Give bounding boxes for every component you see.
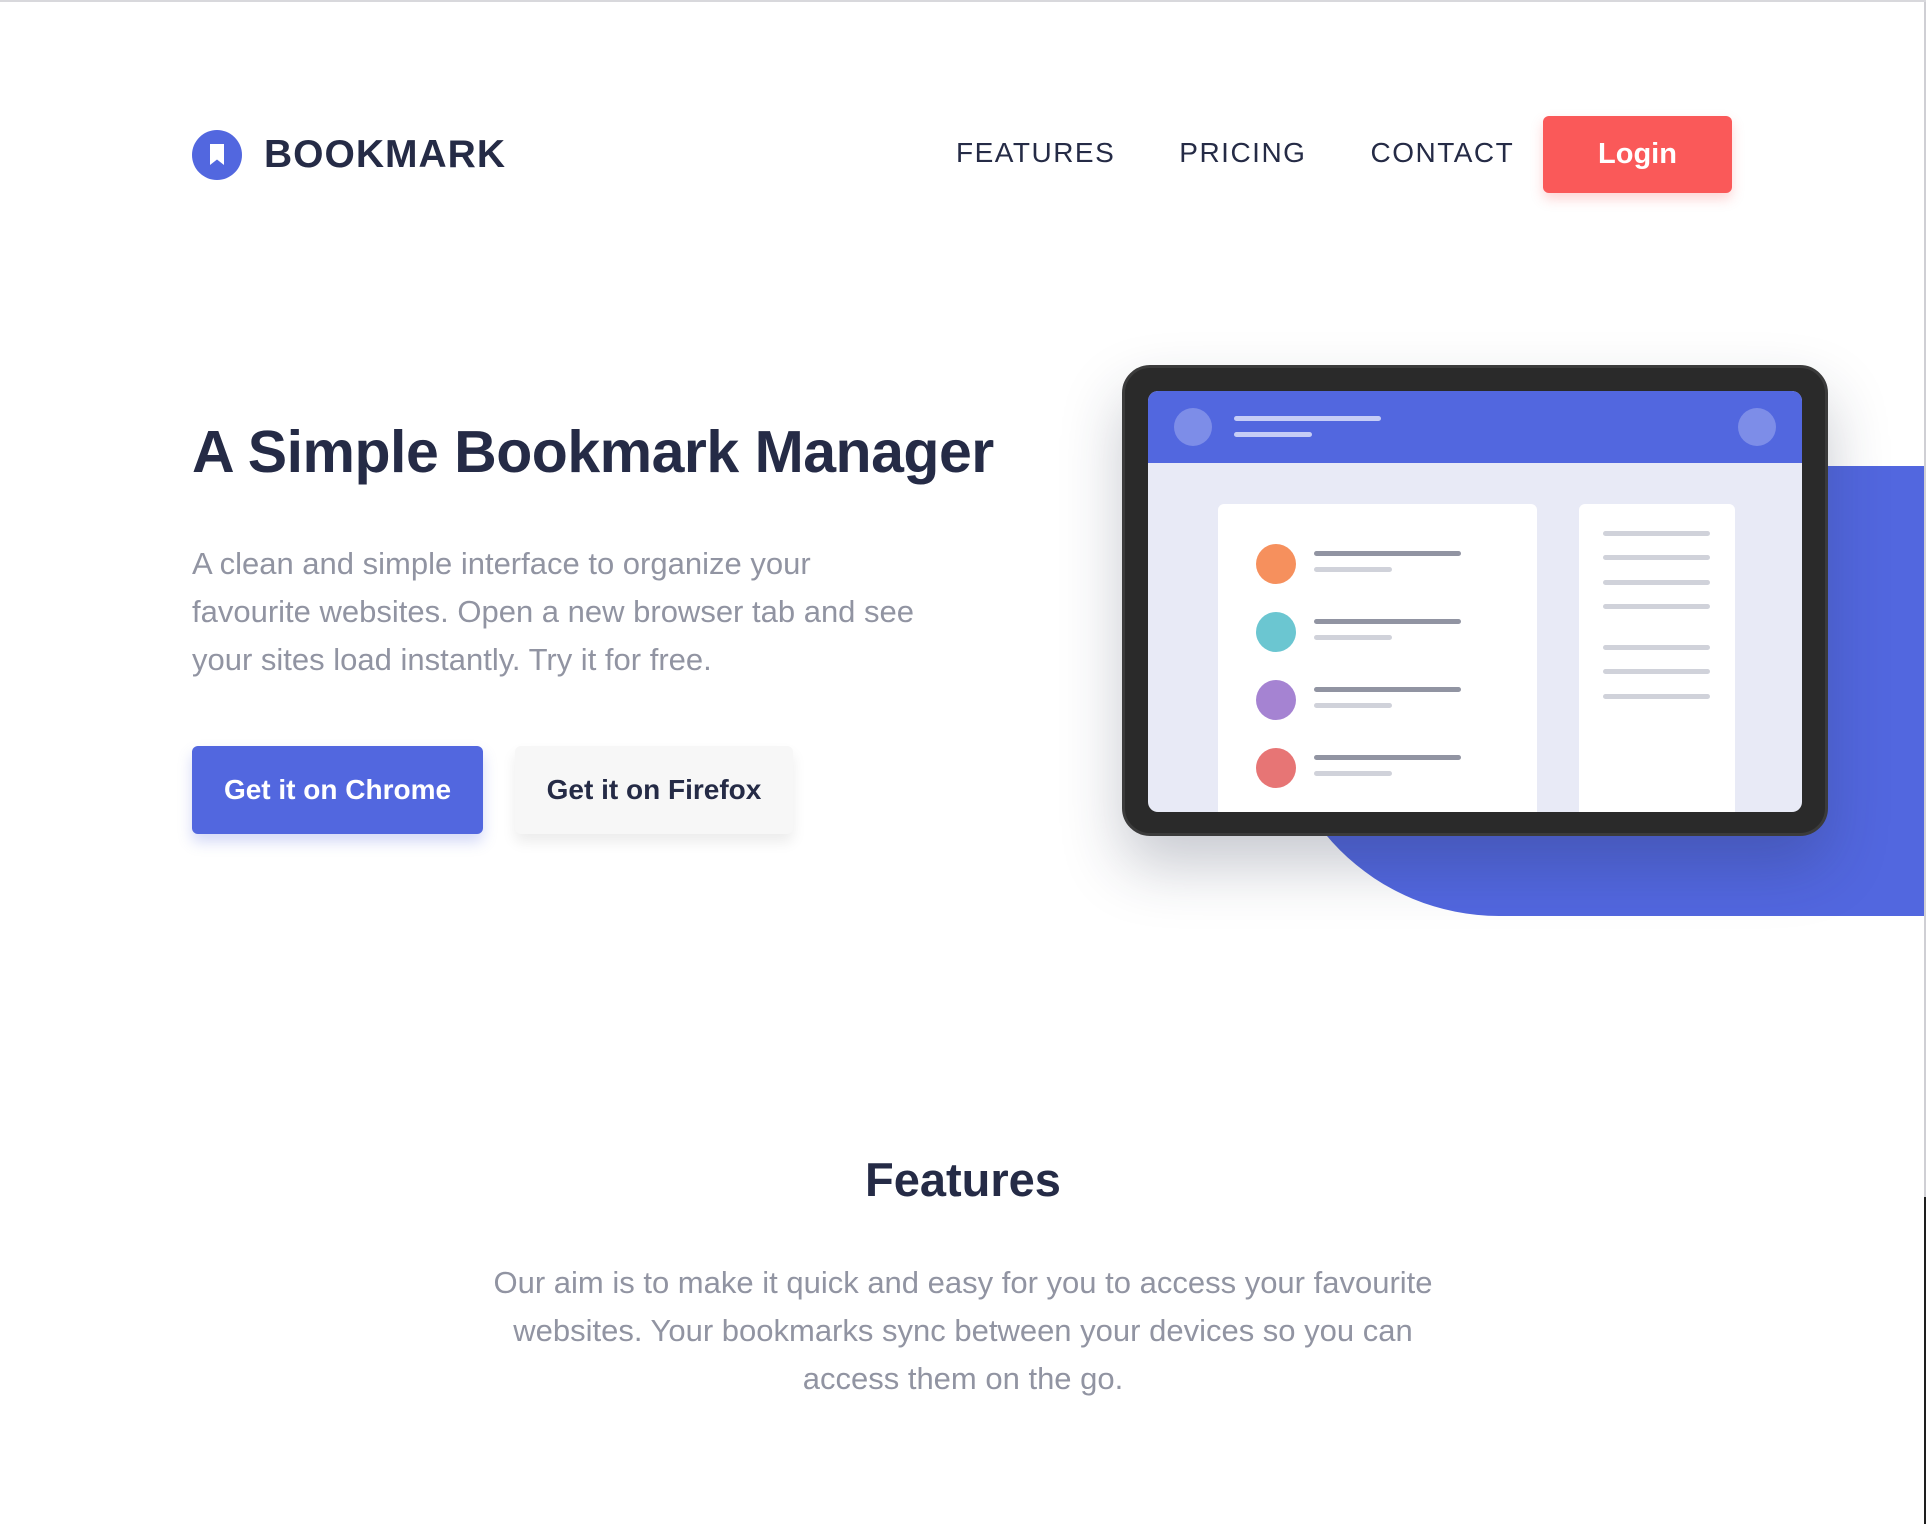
- list-item-dot: [1256, 680, 1296, 720]
- list-item-dot: [1256, 612, 1296, 652]
- get-firefox-button[interactable]: Get it on Firefox: [515, 746, 793, 834]
- side-line: [1603, 531, 1710, 536]
- nav-pricing-link[interactable]: PRICING: [1179, 137, 1306, 169]
- bookmark-list-card: [1218, 504, 1537, 812]
- side-line: [1603, 555, 1710, 560]
- features-title: Features: [865, 1153, 1061, 1206]
- hero-description: A clean and simple interface to organize…: [192, 546, 915, 677]
- screen-menu-dot: [1738, 408, 1776, 446]
- side-line: [1603, 694, 1710, 699]
- login-button[interactable]: Login: [1543, 116, 1732, 193]
- side-line: [1603, 580, 1710, 585]
- tablet-screen: [1148, 391, 1802, 812]
- screen-header: [1148, 391, 1802, 463]
- page: BOOKMARK FEATURES PRICING CONTACT Login …: [0, 0, 1926, 1524]
- main-nav: FEATURES PRICING CONTACT: [956, 137, 1514, 169]
- features-description: Our aim is to make it quick and easy for…: [493, 1265, 1433, 1396]
- list-item-subline: [1314, 771, 1392, 776]
- list-item-subline: [1314, 635, 1392, 640]
- list-item-line: [1314, 619, 1461, 624]
- list-item-subline: [1314, 567, 1392, 572]
- brand-logo[interactable]: BOOKMARK: [192, 130, 506, 180]
- screen-avatar: [1174, 408, 1212, 446]
- list-item-dot: [1256, 748, 1296, 788]
- hero-title: A Simple Bookmark Manager: [192, 419, 994, 485]
- side-line: [1603, 645, 1710, 650]
- list-item-dot: [1256, 544, 1296, 584]
- screen-subtitle-bar: [1234, 432, 1312, 437]
- list-item-subline: [1314, 703, 1392, 708]
- list-item-line: [1314, 687, 1461, 692]
- side-line: [1603, 669, 1710, 674]
- brand-name: BOOKMARK: [264, 133, 506, 176]
- list-item-line: [1314, 551, 1461, 556]
- side-line: [1603, 604, 1710, 609]
- nav-contact-link[interactable]: CONTACT: [1370, 137, 1514, 169]
- tablet-illustration: [1122, 365, 1828, 836]
- list-item-line: [1314, 755, 1461, 760]
- bookmark-icon: [192, 130, 242, 180]
- screen-title-bar: [1234, 416, 1381, 421]
- nav-features-link[interactable]: FEATURES: [956, 137, 1115, 169]
- get-chrome-button[interactable]: Get it on Chrome: [192, 746, 483, 834]
- side-panel-card: [1579, 504, 1735, 812]
